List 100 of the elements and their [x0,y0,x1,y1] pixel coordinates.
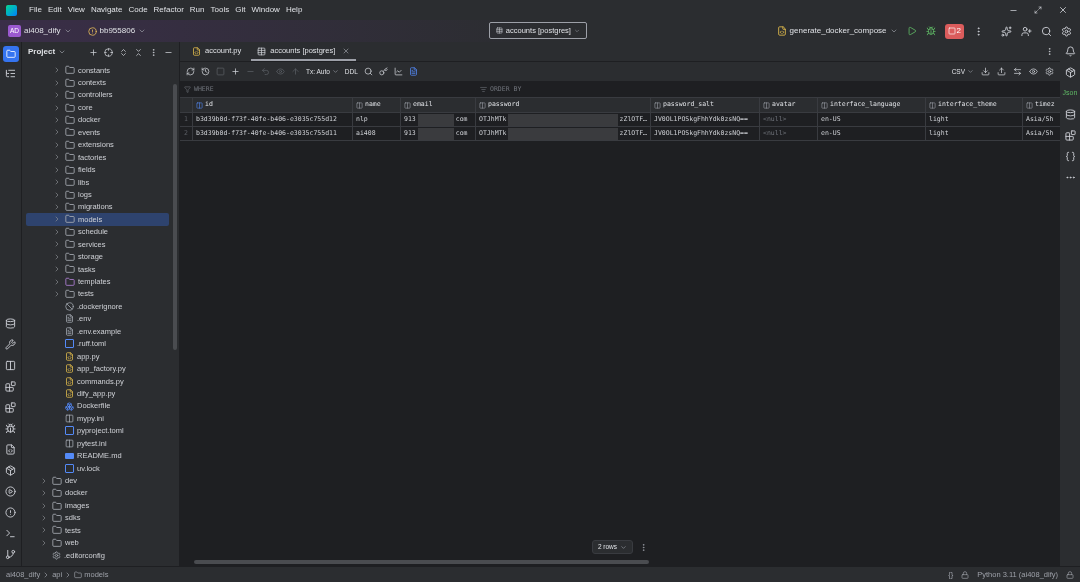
upload-icon[interactable] [997,67,1006,76]
locate-icon[interactable] [104,47,113,57]
menu-item[interactable]: Edit [47,4,62,16]
branch-selector[interactable]: bb955806 [87,25,147,37]
python-file-icon [65,376,74,386]
terminal-icon[interactable] [5,528,16,539]
compare-icon[interactable] [1013,67,1022,76]
plugin-icon[interactable] [5,381,16,392]
chevron-down-icon[interactable] [58,48,67,56]
folder-icon [65,114,75,125]
menu-item[interactable]: Code [128,4,148,16]
chevron-down-icon [967,68,974,75]
download-icon[interactable] [981,67,990,76]
chevron-down-icon [331,68,339,75]
search-icon[interactable] [363,67,373,76]
notifications-icon[interactable] [1064,46,1076,57]
column-icon [404,101,411,109]
add-user-icon[interactable] [1021,25,1032,37]
folder-icon [65,189,75,200]
search-icon[interactable] [1041,25,1052,37]
folder-icon [65,226,75,237]
database-icon[interactable] [1064,108,1076,120]
lock-icon[interactable] [1066,570,1074,579]
menu-item[interactable]: Tools [210,4,230,16]
python-file-icon [192,46,201,56]
history-icon[interactable] [201,67,210,76]
folder-icon [52,512,62,523]
menu-item[interactable]: Run [189,4,205,16]
filter-icon [184,86,191,93]
menu-item[interactable]: Help [285,4,303,16]
folder-icon [74,570,83,579]
folder-icon [65,276,75,287]
packages-icon[interactable] [5,465,16,476]
run-icon[interactable] [906,26,917,36]
settings-icon[interactable] [1061,25,1072,37]
python-file-icon [65,364,74,374]
document-icon[interactable] [408,67,418,76]
run-config-selector[interactable]: generate_docker_compose [776,25,898,37]
markdown-file-icon [65,452,74,459]
column-icon [654,101,661,109]
settings-icon[interactable] [1045,67,1054,76]
ini-file-icon [65,413,74,423]
view-icon[interactable] [1029,67,1038,76]
menu-item[interactable]: Git [235,4,246,16]
expand-all-icon[interactable] [119,47,128,57]
scrollbar[interactable] [173,84,177,350]
docker-file-icon [65,401,74,411]
bug-icon[interactable] [5,423,16,434]
layout-icon[interactable] [5,360,16,371]
package-folder-icon [65,127,75,138]
menu-item[interactable]: Navigate [90,4,123,16]
services-icon[interactable] [5,486,16,497]
database-icon[interactable] [5,318,16,329]
plugin-icon[interactable] [5,402,16,413]
python-file-icon [65,389,74,399]
key-icon[interactable] [378,67,388,76]
menu-item[interactable]: View [67,4,85,16]
ai-assistant-icon[interactable] [1001,25,1012,37]
text-file-icon [65,326,74,336]
folder-icon [5,49,16,59]
menu-item[interactable]: Window [251,4,280,16]
python-console-icon[interactable] [5,444,16,455]
project-tool-button[interactable] [2,46,19,62]
package-folder-icon [65,164,75,175]
stop-icon [947,27,956,35]
folder-icon [52,525,62,536]
table-icon [496,26,503,35]
chart-icon[interactable] [393,67,403,76]
more-icon[interactable] [1045,47,1054,56]
folder-icon [52,475,62,486]
structure-icon[interactable] [5,68,16,79]
package-folder-icon [65,214,75,225]
config-file-icon [52,550,61,560]
menu-item[interactable]: Refactor [153,4,184,16]
package-icon[interactable] [1064,67,1076,78]
git-icon[interactable] [5,549,16,560]
horizontal-scrollbar[interactable] [194,560,649,564]
restore-icon[interactable] [1034,6,1042,14]
more-icon[interactable] [149,47,158,57]
stop-button[interactable]: 2 [944,23,964,39]
tools-icon[interactable] [5,339,16,350]
panel-title[interactable]: Project [28,46,56,58]
refresh-icon[interactable] [186,67,195,76]
menu-item[interactable]: File [29,4,42,16]
lock-icon[interactable] [961,570,970,579]
problems-icon[interactable] [5,507,16,518]
package-folder-icon [65,289,75,300]
package-folder-icon [65,177,75,188]
key-column-icon [196,101,203,109]
collapse-all-icon[interactable] [134,47,143,57]
code-icon[interactable] [1064,150,1076,162]
close-tab-icon[interactable] [342,47,351,55]
close-icon[interactable] [1058,5,1068,15]
debug-icon[interactable] [925,26,936,36]
chevron-down-icon [63,27,72,35]
add-icon[interactable] [89,47,98,57]
add-row-icon[interactable] [231,67,240,76]
plugin-icon[interactable] [1064,129,1076,141]
sort-icon [480,86,487,93]
package-folder-icon [65,139,75,150]
